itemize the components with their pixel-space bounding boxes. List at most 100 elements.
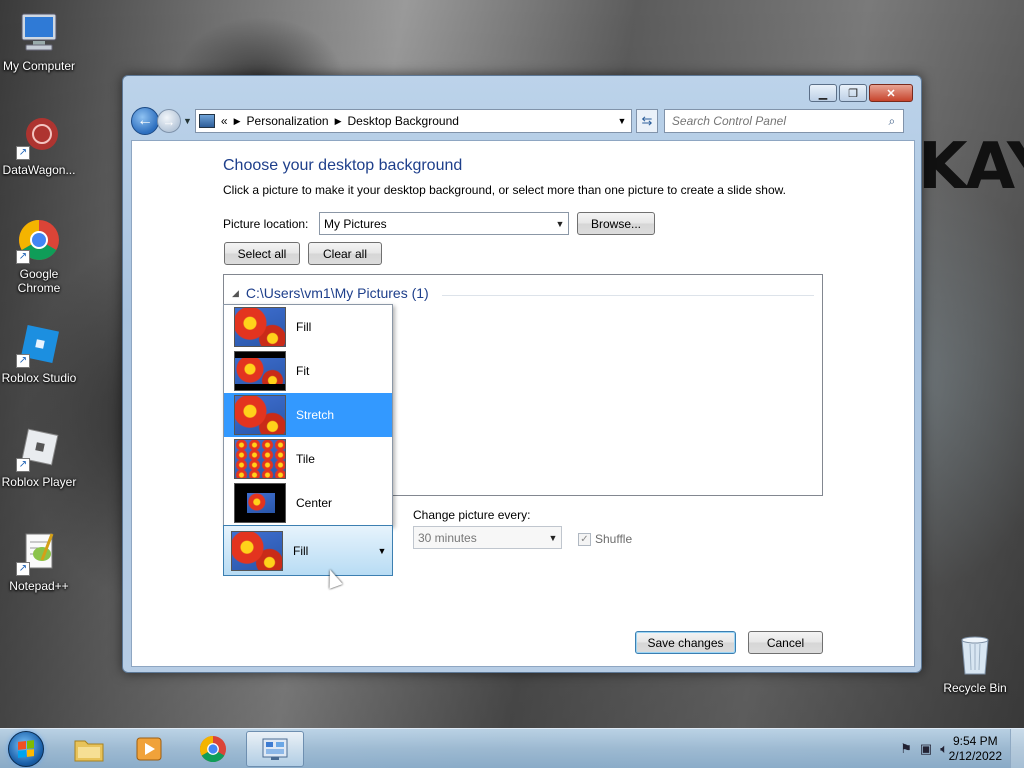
network-icon[interactable]: ▣ xyxy=(920,741,932,757)
chevron-down-icon: ▼ xyxy=(555,218,565,229)
breadcrumb-separator-icon: ▶ xyxy=(334,115,342,126)
roblox-player-icon: ↗ xyxy=(16,426,62,472)
forward-button[interactable]: → xyxy=(157,109,181,133)
shortcut-arrow-icon: ↗ xyxy=(16,146,30,160)
taskbar-media-player[interactable] xyxy=(120,731,178,767)
desktop-icon-label: Google Chrome xyxy=(17,267,61,295)
chevron-down-icon: ▼ xyxy=(548,532,558,543)
desktop-icon-roblox-player[interactable]: ↗ Roblox Player xyxy=(0,426,78,489)
breadcrumb-personalization[interactable]: Personalization xyxy=(247,114,329,128)
control-panel-icon xyxy=(262,738,288,760)
search-icon[interactable]: ⌕ xyxy=(881,114,903,129)
desktop-icon-label: Notepad++ xyxy=(9,579,69,593)
save-changes-button[interactable]: Save changes xyxy=(635,631,736,654)
roblox-studio-icon: ↗ xyxy=(16,322,62,368)
taskbar-explorer[interactable] xyxy=(60,731,118,767)
change-picture-label: Change picture every: xyxy=(413,508,531,522)
desktop-icon-notepad-plus-plus[interactable]: ↗ Notepad++ xyxy=(0,530,78,593)
wallpaper-text: KAY xyxy=(918,130,1024,204)
folder-group-label: C:\Users\vm1\My Pictures (1) xyxy=(245,285,429,301)
shortcut-arrow-icon: ↗ xyxy=(16,354,30,368)
desktop-icon-recycle-bin[interactable]: Recycle Bin xyxy=(936,632,1014,695)
close-button[interactable]: ✕ xyxy=(869,84,913,102)
option-label: Stretch xyxy=(296,408,335,422)
clock-date: 2/12/2022 xyxy=(948,749,1002,763)
picture-position-value: Fill xyxy=(293,543,309,558)
desktop-icon-google-chrome[interactable]: ↗ Google Chrome xyxy=(0,218,78,295)
fill-preview-icon xyxy=(231,530,283,571)
recent-pages-dropdown[interactable]: ▼ xyxy=(183,116,192,126)
system-tray: ⚑ ▣ 🔈︎ xyxy=(900,741,948,757)
desktop-icon-label: Recycle Bin xyxy=(943,681,1007,695)
minimize-button[interactable]: ▁ xyxy=(809,84,837,102)
desktop-icon-label: Roblox Player xyxy=(1,475,77,489)
shuffle-label: Shuffle xyxy=(595,532,633,546)
picture-location-label: Picture location: xyxy=(223,217,309,231)
shortcut-arrow-icon: ↗ xyxy=(16,458,30,472)
maximize-button[interactable]: ❐ xyxy=(839,84,867,102)
clock-time: 9:54 PM xyxy=(952,734,998,748)
folder-divider xyxy=(442,295,814,296)
select-all-button[interactable]: Select all xyxy=(224,242,300,265)
position-option-tile[interactable]: Tile xyxy=(224,437,392,481)
start-button[interactable] xyxy=(8,731,44,767)
option-label: Fill xyxy=(296,320,312,334)
content-pane: Choose your desktop background Click a p… xyxy=(131,140,915,667)
position-option-stretch[interactable]: Stretch xyxy=(224,393,392,437)
datawagon-icon: ↗ xyxy=(16,114,62,160)
picture-location-value: My Pictures xyxy=(324,216,387,231)
picture-position-select[interactable]: Fill ▼ xyxy=(223,525,393,576)
address-dropdown-icon[interactable]: ▼ xyxy=(613,116,631,126)
collapse-triangle-icon[interactable]: ◢ xyxy=(232,288,239,299)
desktop-icon-datawagon[interactable]: ↗ DataWagon... xyxy=(0,114,78,177)
desktop-icon-my-computer[interactable]: My Computer xyxy=(0,10,78,73)
navigation-bar: ← → ▼ « ▶ Personalization ▶ Desktop Back… xyxy=(131,107,915,135)
breadcrumb-desktop-background[interactable]: Desktop Background xyxy=(348,114,459,128)
browse-button[interactable]: Browse... xyxy=(577,212,655,235)
breadcrumb-overflow[interactable]: « xyxy=(221,114,228,128)
volume-icon[interactable]: 🔈︎ xyxy=(940,741,948,757)
media-player-icon xyxy=(136,737,162,761)
position-option-center[interactable]: Center xyxy=(224,481,392,525)
desktop-icon-label: DataWagon... xyxy=(2,163,76,177)
shortcut-arrow-icon: ↗ xyxy=(16,250,30,264)
back-button[interactable]: ← xyxy=(131,107,159,135)
page-description: Click a picture to make it your desktop … xyxy=(223,183,786,197)
windows-logo-icon xyxy=(18,740,34,758)
refresh-button[interactable]: ⇆ xyxy=(635,109,658,133)
cancel-button[interactable]: Cancel xyxy=(748,631,823,654)
taskbar-clock[interactable]: 9:54 PM 2/12/2022 xyxy=(949,734,1002,764)
folder-group-header[interactable]: ◢ C:\Users\vm1\My Pictures (1) xyxy=(232,285,429,301)
show-desktop-button[interactable] xyxy=(1010,729,1024,768)
tile-preview-icon xyxy=(234,439,286,479)
checkbox-checked-icon[interactable]: ✓ xyxy=(578,532,591,546)
chrome-icon: ↗ xyxy=(16,218,62,264)
taskbar-chrome[interactable] xyxy=(184,731,242,767)
taskbar-control-panel[interactable] xyxy=(246,731,304,767)
search-input[interactable] xyxy=(671,114,881,128)
desktop-icon-label: My Computer xyxy=(2,59,76,73)
folder-icon xyxy=(74,740,104,762)
notepad-plus-plus-icon: ↗ xyxy=(16,530,62,576)
shuffle-checkbox[interactable]: ✓ Shuffle xyxy=(578,532,632,546)
action-center-flag-icon[interactable]: ⚑ xyxy=(900,741,912,757)
fit-preview-icon xyxy=(234,351,286,391)
picture-location-select[interactable]: My Pictures ▼ xyxy=(319,212,569,235)
picture-position-list: Fill Fit Stretch Tile Center xyxy=(223,304,393,526)
chevron-down-icon: ▼ xyxy=(377,545,387,556)
position-option-fill[interactable]: Fill xyxy=(224,305,392,349)
clear-all-button[interactable]: Clear all xyxy=(308,242,382,265)
desktop-icon-roblox-studio[interactable]: ↗ Roblox Studio xyxy=(0,322,78,385)
position-option-fit[interactable]: Fit xyxy=(224,349,392,393)
caption-buttons: ▁ ❐ ✕ xyxy=(809,84,913,102)
address-bar[interactable]: « ▶ Personalization ▶ Desktop Background… xyxy=(194,109,632,133)
stretch-preview-icon xyxy=(234,395,286,435)
taskbar: ⚑ ▣ 🔈︎ 9:54 PM 2/12/2022 xyxy=(0,728,1024,768)
computer-icon xyxy=(16,10,62,56)
control-panel-icon xyxy=(198,114,215,128)
search-box[interactable]: ⌕ xyxy=(663,109,904,133)
fill-preview-icon xyxy=(234,307,286,347)
page-title: Choose your desktop background xyxy=(223,157,463,174)
recycle-bin-icon xyxy=(952,632,998,678)
change-interval-select[interactable]: 30 minutes ▼ xyxy=(413,526,562,549)
